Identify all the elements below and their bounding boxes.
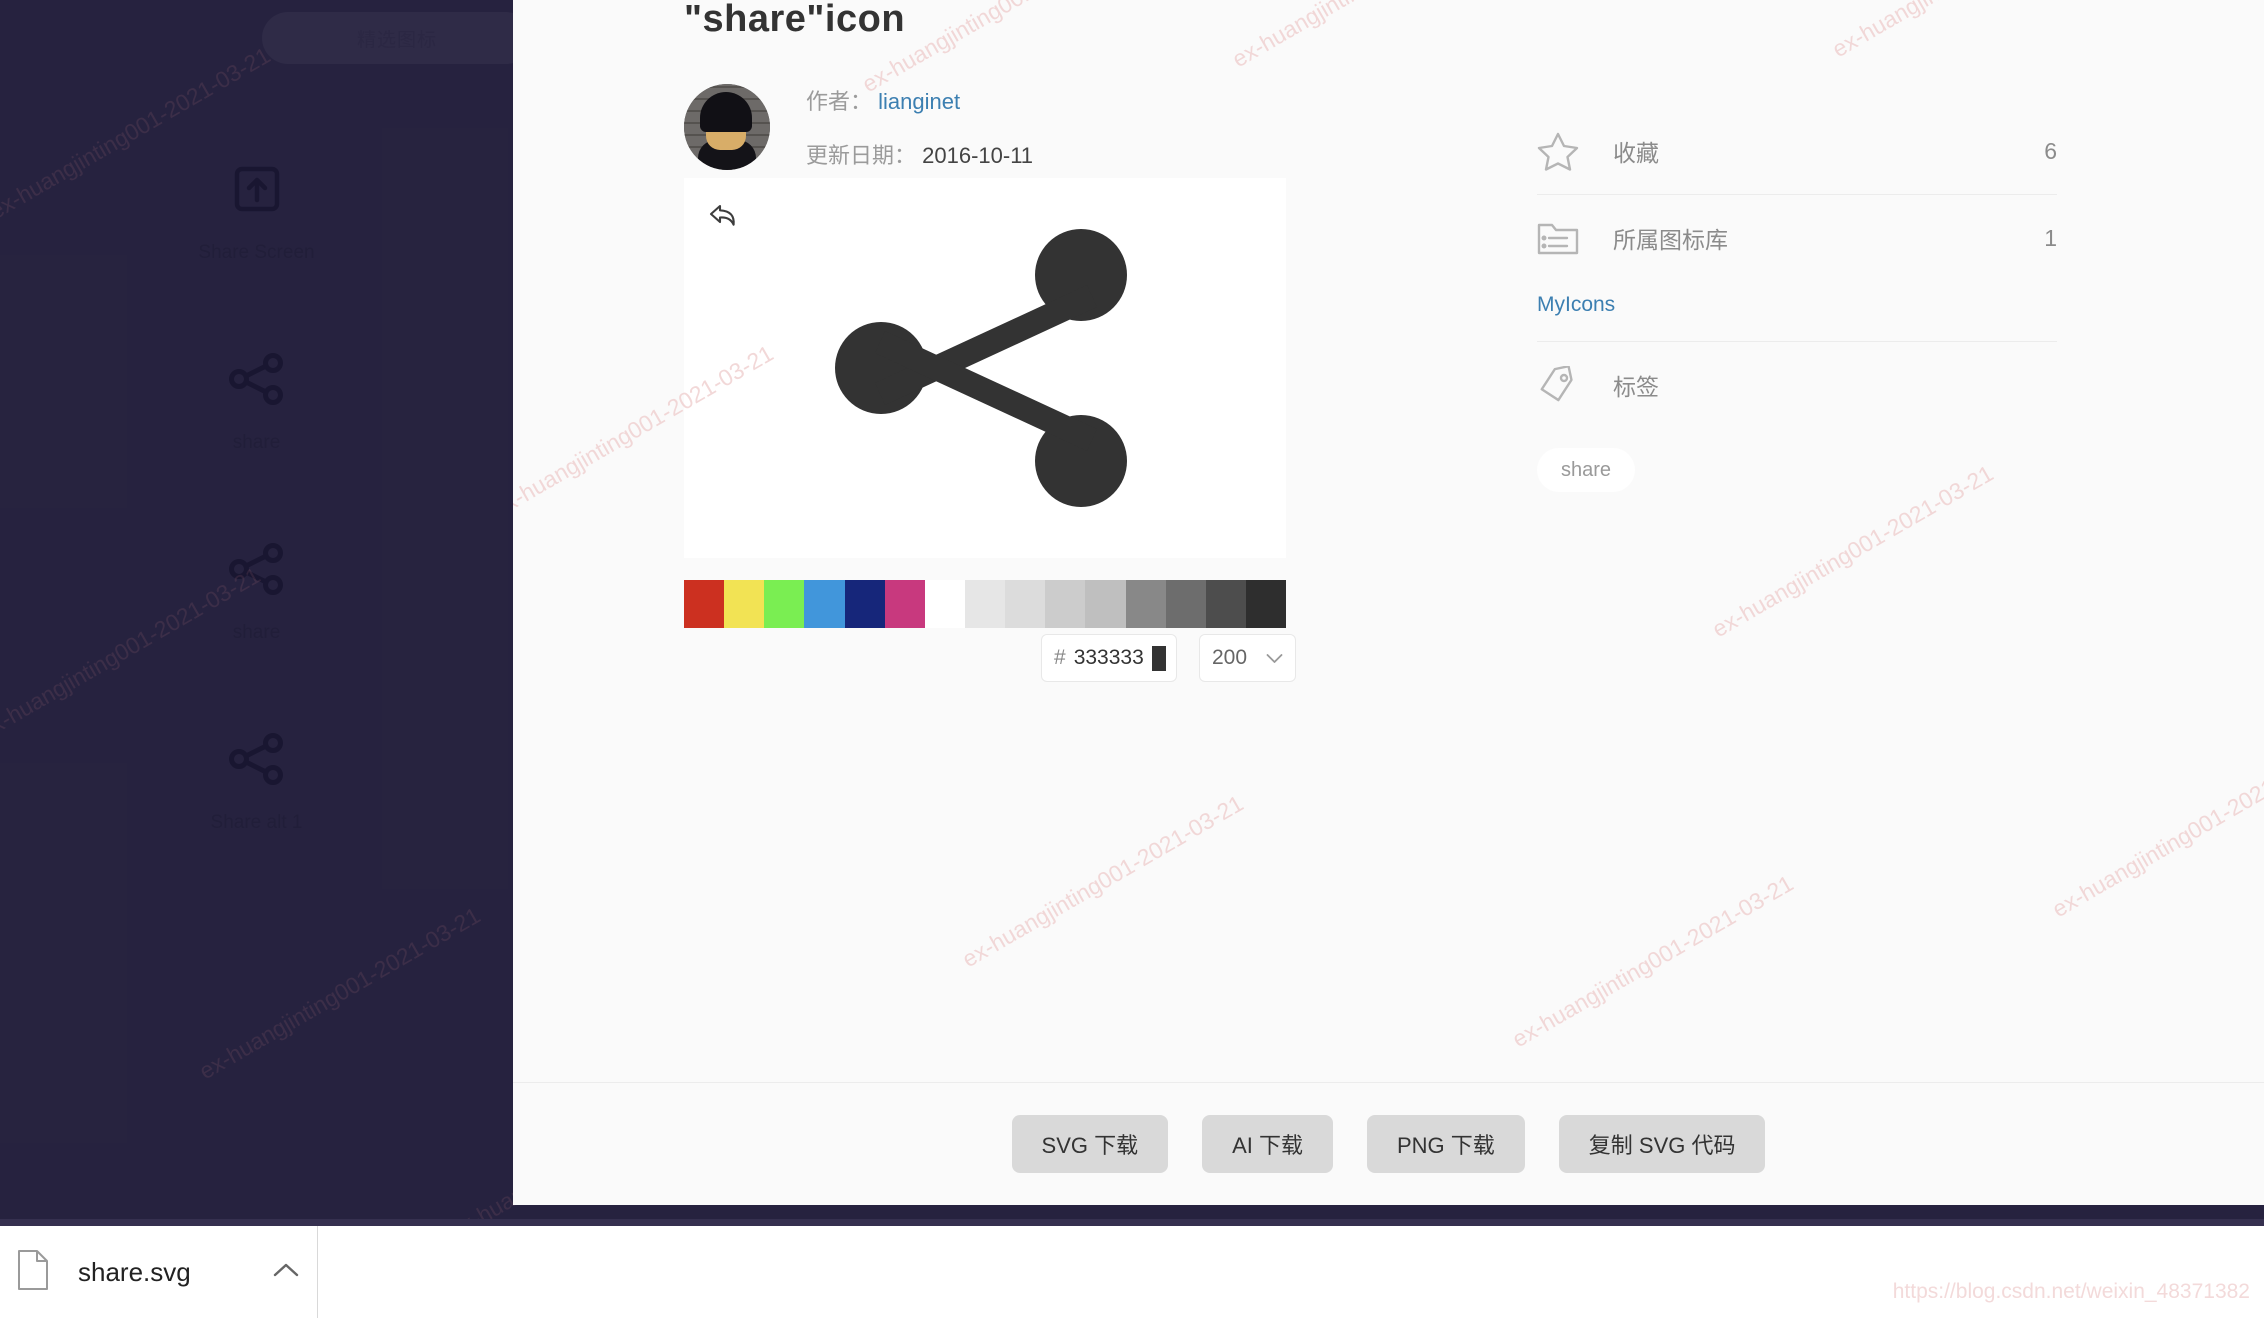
favorites-label: 收藏 [1613, 140, 1659, 166]
color-swatch-7[interactable] [964, 580, 1006, 628]
file-icon [16, 1249, 50, 1296]
library-row[interactable]: 所属图标库 1 [1537, 195, 2057, 281]
author-row: 作者： lianginet 更新日期： 2016-10-11 [684, 84, 1033, 170]
info-panel: 收藏 6 所属图标库 1 MyIcons 标签 share [1537, 108, 2057, 492]
author-link[interactable]: lianginet [878, 89, 960, 114]
color-swatch-13[interactable] [1205, 580, 1246, 628]
author-line: 作者： lianginet [806, 84, 1033, 116]
color-palette [684, 580, 1287, 628]
color-swatch-2[interactable] [764, 580, 805, 628]
share-icon [684, 178, 1286, 558]
color-swatch-3[interactable] [804, 580, 845, 628]
avatar [684, 84, 770, 170]
color-swatch-4[interactable] [844, 580, 885, 628]
watermark: ex-huangjinting001-2021-03-21 [2047, 739, 2264, 923]
window-edge-strip [0, 1219, 2264, 1226]
color-swatch-8[interactable] [1005, 580, 1046, 628]
tags-label: 标签 [1613, 374, 1659, 400]
size-select[interactable]: 200 [1199, 634, 1296, 682]
folder-list-icon [1537, 220, 1591, 256]
watermark: ex-huangjinting001-2021-03-21 [1507, 869, 1798, 1053]
current-color-swatch[interactable] [1151, 645, 1166, 671]
color-swatch-5[interactable] [884, 580, 925, 628]
color-swatch-11[interactable] [1125, 580, 1166, 628]
library-count: 1 [2044, 224, 2057, 251]
svg-download-button[interactable]: SVG 下载 [1011, 1115, 1169, 1173]
library-label: 所属图标库 [1613, 227, 1728, 253]
featured-icons-label: 精选图标 [356, 29, 437, 51]
icon-detail-modal: "share"icon 作者： lianginet 更新日期： 2016-10-… [513, 0, 2264, 1205]
page-title: "share"icon [684, 0, 906, 40]
updated-label: 更新日期： [806, 143, 917, 168]
download-actions-footer: SVG 下载 AI 下载 PNG 下载 复制 SVG 代码 [513, 1082, 2264, 1205]
png-download-button[interactable]: PNG 下载 [1367, 1115, 1525, 1173]
color-swatch-12[interactable] [1165, 580, 1206, 628]
watermark: ex-huangjinting001-2021-03-21 [1228, 0, 1518, 73]
watermark: ex-huangjinting001-2021-03-21 [957, 789, 1248, 973]
hash-symbol: # [1054, 646, 1066, 669]
copy-svg-code-button[interactable]: 复制 SVG 代码 [1558, 1115, 1766, 1173]
favorites-count: 6 [2044, 137, 2057, 164]
star-icon [1537, 131, 1591, 171]
browser-download-bar: share.svg https://blog.csdn.net/weixin_4… [0, 1226, 2264, 1318]
color-swatch-10[interactable] [1085, 580, 1126, 628]
download-file-name: share.svg [78, 1256, 191, 1287]
tag-chip[interactable]: share [1537, 448, 1636, 492]
updated-date: 2016-10-11 [922, 143, 1034, 168]
updated-line: 更新日期： 2016-10-11 [806, 138, 1033, 170]
color-swatch-9[interactable] [1045, 580, 1086, 628]
watermark-url: https://blog.csdn.net/weixin_48371382 [1892, 1280, 2250, 1303]
hex-value: 333333 [1073, 646, 1144, 669]
featured-icons-pill[interactable]: 精选图标 [262, 12, 532, 64]
hex-color-input[interactable]: # 333333 [1041, 634, 1177, 682]
tags-row: 标签 [1537, 342, 2057, 428]
author-label: 作者： [806, 89, 873, 114]
modal-body: "share"icon 作者： lianginet 更新日期： 2016-10-… [513, 0, 2264, 1082]
size-value: 200 [1212, 646, 1248, 669]
tag-icon [1537, 366, 1591, 404]
icon-preview-canvas [684, 178, 1286, 558]
color-swatch-0[interactable] [684, 580, 725, 628]
color-swatch-6[interactable] [924, 580, 965, 628]
chevron-down-icon [1266, 653, 1283, 663]
color-swatch-1[interactable] [724, 580, 765, 628]
chevron-up-icon[interactable] [273, 1262, 317, 1283]
library-link[interactable]: MyIcons [1537, 281, 2057, 341]
ai-download-button[interactable]: AI 下载 [1202, 1115, 1333, 1173]
watermark: ex-huangjinting001-2021-03-21 [1828, 0, 2118, 63]
favorites-row[interactable]: 收藏 6 [1537, 108, 2057, 194]
icon-controls: # 333333 200 [1041, 634, 1296, 682]
download-item[interactable]: share.svg [0, 1226, 318, 1318]
color-swatch-14[interactable] [1245, 580, 1287, 628]
